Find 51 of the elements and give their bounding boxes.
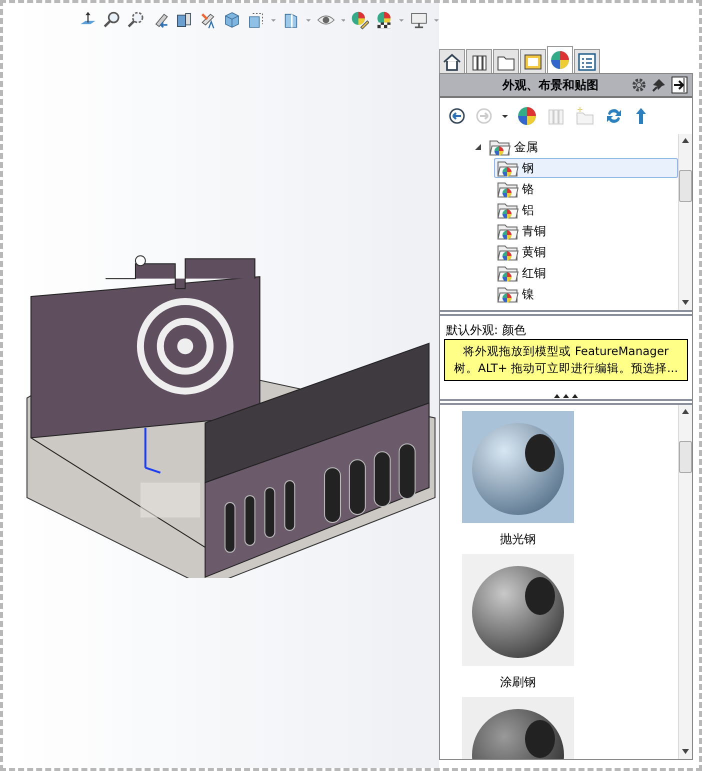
tree-item[interactable]: 钢	[494, 158, 678, 178]
up-arrow-icon[interactable]	[633, 106, 649, 126]
collapse-panel-icon[interactable]	[671, 76, 688, 94]
folder-icon	[497, 243, 519, 261]
folder-icon	[497, 222, 519, 240]
home-icon	[442, 52, 462, 72]
sphere-swatch[interactable]	[462, 411, 574, 523]
panel-tab[interactable]	[547, 46, 573, 73]
scroll-up-icon[interactable]	[682, 138, 689, 143]
folder-icon	[497, 201, 519, 219]
tree-item[interactable]: 铝	[494, 200, 678, 220]
tree-item[interactable]: 黄铜	[494, 242, 678, 262]
folder-icon	[497, 264, 519, 282]
dropdown-caret-icon[interactable]	[502, 114, 508, 118]
folder-icon	[489, 138, 511, 156]
tree-item[interactable]: 镍	[494, 284, 678, 304]
scroll-down-icon[interactable]	[682, 749, 689, 754]
expander-icon[interactable]	[474, 143, 482, 151]
panel-tab[interactable]	[493, 49, 519, 73]
panel-tab[interactable]	[439, 49, 465, 73]
view-palette-icon	[523, 52, 543, 72]
properties-icon	[577, 52, 597, 72]
refresh-icon[interactable]	[604, 106, 624, 126]
default-appearance-label: 默认外观: 颜色	[445, 322, 527, 339]
scroll-down-icon[interactable]	[682, 300, 689, 305]
tree-folder[interactable]: 金属	[486, 137, 541, 157]
edit-appearance-icon[interactable]	[517, 106, 537, 126]
pin-icon[interactable]	[651, 77, 667, 93]
folder-icon	[497, 180, 519, 198]
edit-appearance-icon[interactable]	[351, 9, 370, 31]
scroll-up-icon[interactable]	[682, 409, 689, 414]
swatch-label: 抛光钢	[500, 531, 536, 548]
tree-item[interactable]: 铬	[494, 179, 678, 199]
panel-tab[interactable]	[520, 49, 546, 73]
swatch-label: 涂刷钢	[500, 674, 536, 691]
tree-item[interactable]: 红铜	[494, 263, 678, 283]
panel-title: 外观、布景和贴图	[501, 76, 600, 94]
settings-icon[interactable]	[631, 77, 647, 93]
back-icon[interactable]	[448, 107, 466, 125]
appearance-icon[interactable]	[550, 50, 570, 70]
scene-icon[interactable]	[375, 9, 394, 31]
tree-item[interactable]: 青铜	[494, 221, 678, 241]
panel-tab[interactable]	[574, 49, 600, 73]
grip-icon[interactable]	[554, 393, 578, 398]
sphere-swatch[interactable]	[462, 554, 574, 666]
scrollbar-thumb[interactable]	[679, 441, 692, 473]
folder-icon	[497, 285, 519, 303]
folder-icon	[497, 159, 519, 177]
scrollbar-thumb[interactable]	[679, 170, 692, 202]
tooltip: 将外观拖放到模型或 FeatureManager 树。ALT+ 拖动可立即进行编辑。预选择...	[444, 339, 688, 381]
panel-tab[interactable]	[466, 49, 492, 73]
